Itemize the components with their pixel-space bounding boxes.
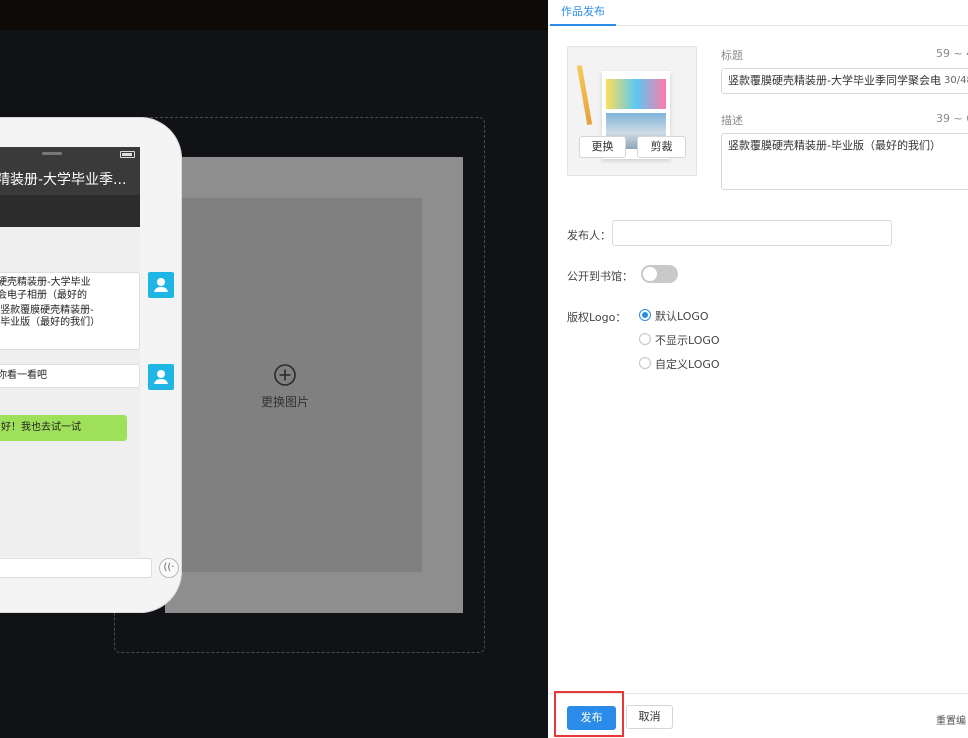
description-value: 竖款覆膜硬壳精装册-毕业版（最好的我们） <box>728 139 941 152</box>
avatar <box>148 272 174 298</box>
panel-footer: 发布 取消 重置编 <box>548 691 968 738</box>
radio-custom-logo-label[interactable]: 自定义LOGO <box>655 356 720 372</box>
decoration <box>576 65 593 125</box>
phone-chat-title: 硬壳精装册-大学毕业季... <box>0 165 140 195</box>
title-counter: 59 ~ 4 <box>936 47 968 60</box>
radio-custom-logo[interactable] <box>639 357 651 369</box>
phone-subbar <box>0 195 140 227</box>
chat-reply: 好！我也去试一试 <box>0 415 127 441</box>
user-icon <box>154 278 168 292</box>
publisher-label: 发布人： <box>567 229 611 242</box>
card-title-line: 毕业版（最好的我们） <box>0 317 101 328</box>
chat-input[interactable] <box>0 558 152 578</box>
chat-message-card: 款覆膜硬壳精装册-大学毕业 同学聚会电子相册（最好的 竖款覆膜硬壳精装册- 毕业… <box>0 272 140 350</box>
toggle-knob <box>643 267 657 281</box>
public-library-toggle[interactable] <box>641 265 678 283</box>
cover-crop-button[interactable]: 剪裁 <box>637 136 686 158</box>
replace-image-button[interactable]: 更换图片 <box>245 363 325 410</box>
user-icon <box>154 370 168 384</box>
editor-screen: { "phone": { "title": "硬壳精装册-大学毕业季...", … <box>0 0 968 738</box>
publish-panel: 作品发布 更换 剪裁 标题 59 ~ 4 竖款覆膜硬壳精装册-大学毕业季同学聚会… <box>548 0 968 738</box>
phone-preview: 硬壳精装册-大学毕业季... 款覆膜硬壳精装册-大学毕业 同学聚会电子相册（最好… <box>0 117 182 613</box>
radio-hide-logo-label[interactable]: 不显示LOGO <box>655 332 720 348</box>
radio-default-logo[interactable] <box>639 309 651 321</box>
title-char-count: 30/48 <box>944 75 968 86</box>
phone-status-bar <box>0 147 140 165</box>
cover-art-top <box>606 79 666 109</box>
replace-image-label: 更换图片 <box>260 395 309 409</box>
phone-speaker <box>42 152 62 155</box>
cover-image: 更换 剪裁 <box>567 46 697 176</box>
radio-default-logo-label[interactable]: 默认LOGO <box>655 308 709 324</box>
tab-publish[interactable]: 作品发布 <box>561 3 605 19</box>
avatar <box>148 364 174 390</box>
description-textarea[interactable]: 竖款覆膜硬壳精装册-毕业版（最好的我们） <box>721 133 968 190</box>
publisher-input[interactable] <box>612 220 892 246</box>
tab-underline <box>550 24 616 26</box>
chat-message: 做的，你看一看吧 <box>0 364 140 388</box>
message-line: 款覆膜硬壳精装册-大学毕业 <box>0 277 91 288</box>
description-counter: 39 ~ 6 <box>936 112 968 125</box>
title-input-value: 竖款覆膜硬壳精装册-大学毕业季同学聚会电 <box>728 74 941 87</box>
card-title-line: 竖款覆膜硬壳精装册- <box>0 305 94 316</box>
title-label: 标题 <box>721 49 743 62</box>
description-label: 描述 <box>721 114 743 127</box>
public-library-label: 公开到书馆： <box>567 270 633 283</box>
copyright-logo-label: 版权Logo： <box>567 311 627 324</box>
reset-link[interactable]: 重置编 <box>936 712 966 727</box>
radio-hide-logo[interactable] <box>639 333 651 345</box>
tab-bar: 作品发布 <box>548 0 968 26</box>
top-bar <box>0 0 548 30</box>
message-line: 同学聚会电子相册（最好的 <box>0 290 87 301</box>
plus-circle-icon <box>274 364 296 386</box>
battery-icon <box>120 151 135 158</box>
publish-button[interactable]: 发布 <box>567 706 616 730</box>
cancel-button[interactable]: 取消 <box>626 705 673 729</box>
title-input[interactable]: 竖款覆膜硬壳精装册-大学毕业季同学聚会电 <box>721 68 968 94</box>
voice-icon[interactable]: ((· <box>159 558 179 578</box>
cover-replace-button[interactable]: 更换 <box>579 136 626 158</box>
